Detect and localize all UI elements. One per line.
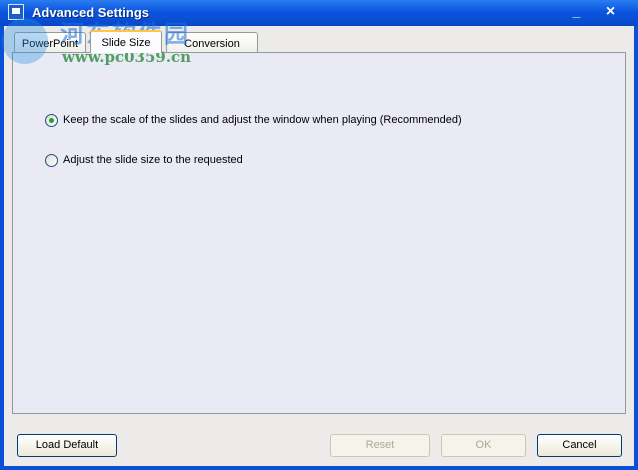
minimize-button[interactable]: _ [566,2,587,23]
ok-button[interactable]: OK [441,434,526,457]
tab-slide-size[interactable]: Slide Size [90,30,162,53]
adjust-size-radio[interactable] [45,154,58,167]
app-icon [8,4,24,20]
cancel-button[interactable]: Cancel [537,434,622,457]
keep-scale-radio[interactable] [45,114,58,127]
tab-label: Slide Size [101,37,151,49]
slide-size-panel: Keep the scale of the slides and adjust … [12,52,626,414]
advanced-settings-window: Advanced Settings _ × PowerPoint Slide S… [0,0,638,470]
tab-powerpoint[interactable]: PowerPoint [14,32,86,52]
tab-label: PowerPoint [21,38,79,50]
dialog-client-area: PowerPoint Slide Size Conversion Keep th… [4,26,634,466]
tab-label: Conversion [184,38,240,50]
close-button[interactable]: × [600,2,621,23]
adjust-size-label[interactable]: Adjust the slide size to the requested [63,154,243,166]
load-default-button[interactable]: Load Default [17,434,117,457]
title-bar[interactable]: Advanced Settings _ × [0,0,638,26]
reset-button[interactable]: Reset [330,434,430,457]
keep-scale-label[interactable]: Keep the scale of the slides and adjust … [63,114,462,126]
window-title: Advanced Settings [32,5,150,20]
tab-conversion[interactable]: Conversion [166,32,258,52]
